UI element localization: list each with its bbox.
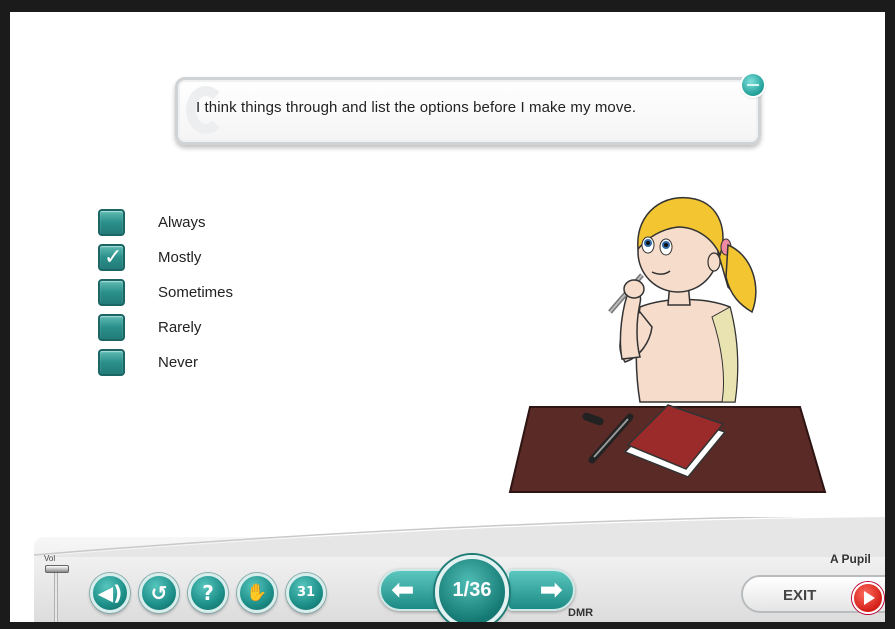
option-sometimes[interactable]: Sometimes [98,279,318,309]
checkbox[interactable] [98,349,125,376]
checkbox-checked[interactable]: ✓ [98,244,125,271]
option-always[interactable]: Always [98,209,318,239]
question-panel: I think things through and list the opti… [175,74,764,145]
thinking-girl-illustration [508,197,827,493]
pupil-name: A Pupil [830,552,871,566]
next-button[interactable]: ➡ [507,569,575,611]
hand-button[interactable]: ✋ [237,573,277,613]
help-icon: ? [202,581,214,605]
volume-track[interactable] [54,567,58,622]
checkmark-icon: ✓ [104,245,123,270]
toolbar-curve [34,517,885,557]
bottom-toolbar: Vol ◀) ↺ ? ✋ 31 ⬅ ➡ 1/36 DMR A Pupil EXI… [34,517,885,622]
volume-slider-handle[interactable] [45,565,69,573]
checkbox[interactable] [98,314,125,341]
replay-icon: ↺ [150,581,168,605]
question-text: I think things through and list the opti… [196,99,637,116]
replay-button[interactable]: ↺ [139,573,179,613]
dmr-label: DMR [568,607,594,619]
option-label: Rarely [158,319,202,336]
calendar-icon: 31 [296,585,316,600]
speaker-button[interactable]: ◀) [90,573,130,613]
help-button[interactable]: ? [188,573,228,613]
arrow-right-icon: ➡ [539,573,563,606]
minimize-button[interactable] [742,74,764,96]
calendar-button[interactable]: 31 [286,573,326,613]
page-indicator-circle: 1/36 [435,555,509,622]
option-rarely[interactable]: Rarely [98,314,318,344]
option-mostly[interactable]: ✓ Mostly [98,244,318,274]
volume-label: Vol [44,554,56,563]
option-label: Never [158,354,199,371]
exit-button[interactable]: EXIT [741,575,885,614]
play-red-icon [852,582,884,614]
option-label: Always [158,214,206,231]
page-navigation: ⬅ ➡ 1/36 [379,555,575,622]
option-label: Mostly [158,249,202,266]
page-indicator: 1/36 [452,579,492,601]
option-never[interactable]: Never [98,349,318,379]
arrow-left-icon: ⬅ [391,573,415,606]
speaker-icon: ◀) [97,581,123,605]
hand-icon: ✋ [246,583,268,603]
checkbox[interactable] [98,279,125,306]
checkbox[interactable] [98,209,125,236]
option-label: Sometimes [158,284,234,301]
stage: I think things through and list the opti… [10,12,885,622]
exit-label: EXIT [783,587,817,604]
